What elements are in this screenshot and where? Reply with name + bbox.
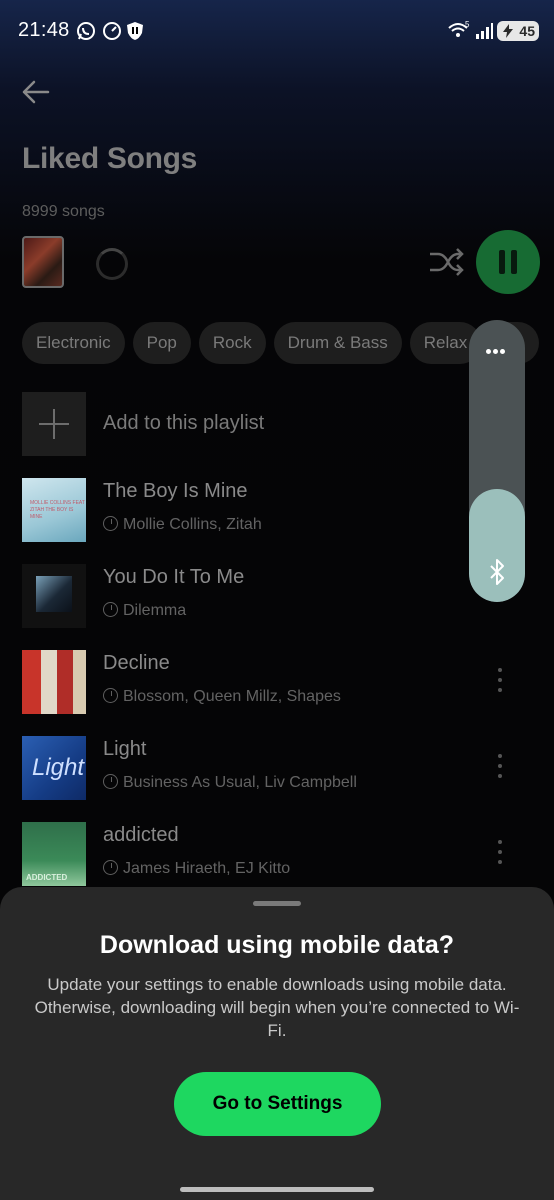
mobile-data-bottom-sheet: Download using mobile data? Update your … bbox=[0, 887, 554, 1200]
song-artist-line: Business As Usual, Liv Campbell bbox=[103, 774, 357, 792]
song-row[interactable]: Light Light Business As Usual, Liv Campb… bbox=[22, 736, 532, 802]
liked-songs-screen: 21:48 5 45 Liked Songs 8999 songs Electr… bbox=[0, 0, 554, 1200]
song-artist: Blossom, Queen Millz, Shapes bbox=[123, 688, 341, 705]
more-options-icon[interactable] bbox=[498, 840, 504, 868]
status-bar: 21:48 5 45 bbox=[0, 0, 554, 62]
volume-slider[interactable] bbox=[469, 320, 525, 602]
song-artist: Business As Usual, Liv Campbell bbox=[123, 774, 357, 791]
speedometer-icon bbox=[103, 22, 121, 40]
status-time: 21:48 bbox=[18, 19, 70, 41]
charging-icon bbox=[503, 24, 513, 38]
add-to-playlist-label: Add to this playlist bbox=[103, 412, 265, 434]
song-artist: James Hiraeth, EJ Kitto bbox=[123, 860, 291, 877]
page-title: Liked Songs bbox=[22, 142, 198, 175]
shield-icon bbox=[127, 22, 143, 40]
home-indicator[interactable] bbox=[180, 1187, 374, 1192]
cell-signal-icon bbox=[476, 23, 493, 39]
download-status-icon bbox=[103, 860, 118, 875]
album-art: MOLLIE COLLINS FEAT ZITAH THE BOY IS MIN… bbox=[22, 478, 86, 542]
song-artist: Mollie Collins, Zitah bbox=[123, 516, 262, 533]
sheet-title: Download using mobile data? bbox=[99, 931, 455, 959]
back-arrow-icon[interactable] bbox=[20, 76, 52, 108]
download-status-icon bbox=[103, 516, 118, 531]
pause-button[interactable] bbox=[476, 230, 540, 294]
song-artist-line: Dilemma bbox=[103, 602, 186, 620]
sheet-drag-handle[interactable] bbox=[253, 901, 301, 906]
song-title: Decline bbox=[103, 652, 170, 674]
shuffle-icon[interactable] bbox=[428, 246, 464, 278]
go-to-settings-button[interactable]: Go to Settings bbox=[174, 1072, 381, 1136]
plus-icon bbox=[22, 392, 86, 456]
download-status-icon bbox=[103, 688, 118, 703]
more-options-icon[interactable] bbox=[498, 754, 504, 782]
album-art-text: ADDICTED bbox=[26, 873, 68, 882]
bluetooth-icon bbox=[490, 559, 504, 585]
album-art: ADDICTED bbox=[22, 822, 86, 886]
album-art: Light bbox=[22, 736, 86, 800]
song-title: You Do It To Me bbox=[103, 566, 245, 588]
volume-more-options-icon[interactable] bbox=[486, 341, 510, 354]
battery-indicator: 45 bbox=[497, 21, 539, 41]
song-title: addicted bbox=[103, 824, 179, 846]
song-count: 8999 songs bbox=[22, 203, 105, 220]
wifi-label: 5 bbox=[465, 21, 470, 29]
song-artist-line: Blossom, Queen Millz, Shapes bbox=[103, 688, 341, 706]
chip-pop[interactable]: Pop bbox=[132, 322, 191, 364]
song-row[interactable]: You Do It To Me Dilemma bbox=[22, 564, 532, 630]
song-row[interactable]: Decline Blossom, Queen Millz, Shapes bbox=[22, 650, 532, 716]
battery-level: 45 bbox=[519, 23, 535, 39]
loading-spinner-icon bbox=[96, 248, 128, 280]
sheet-body-text: Update your settings to enable downloads… bbox=[34, 975, 520, 1040]
chip-drum-and-bass[interactable]: Drum & Bass bbox=[273, 322, 402, 364]
download-status-icon bbox=[103, 602, 118, 617]
album-art-text: Light bbox=[32, 754, 85, 781]
song-title: Light bbox=[103, 738, 147, 760]
song-title: The Boy Is Mine bbox=[103, 480, 248, 502]
song-row[interactable]: MOLLIE COLLINS FEAT ZITAH THE BOY IS MIN… bbox=[22, 478, 532, 544]
wifi-icon: 5 bbox=[448, 21, 470, 37]
song-row[interactable]: ADDICTED addicted James Hiraeth, EJ Kitt… bbox=[22, 822, 532, 888]
chip-electronic[interactable]: Electronic bbox=[22, 322, 125, 364]
album-art bbox=[22, 564, 86, 628]
playlist-preview-thumbnail[interactable] bbox=[22, 236, 64, 288]
download-status-icon bbox=[103, 774, 118, 789]
song-artist-line: James Hiraeth, EJ Kitto bbox=[103, 860, 290, 878]
chip-rock[interactable]: Rock bbox=[198, 322, 266, 364]
song-artist: Dilemma bbox=[123, 602, 187, 619]
album-art bbox=[22, 650, 86, 714]
album-art-text: MOLLIE COLLINS FEAT ZITAH THE BOY IS MIN… bbox=[30, 500, 85, 520]
more-options-icon[interactable] bbox=[498, 668, 504, 696]
whatsapp-icon bbox=[77, 22, 95, 40]
song-artist-line: Mollie Collins, Zitah bbox=[103, 516, 262, 534]
add-to-playlist-row[interactable]: Add to this playlist bbox=[22, 392, 472, 456]
